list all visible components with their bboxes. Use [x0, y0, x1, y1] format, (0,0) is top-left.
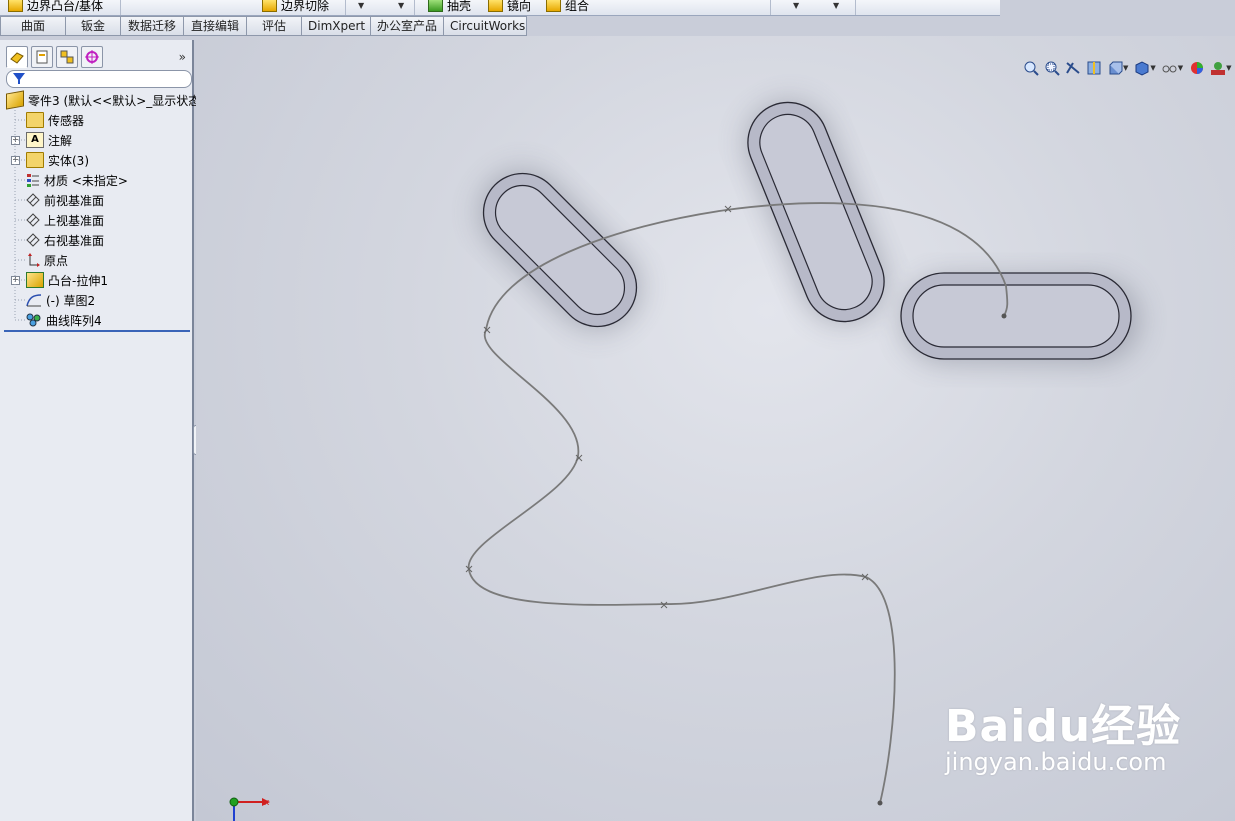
toolbar-separator — [345, 0, 346, 15]
shell-icon — [428, 0, 443, 12]
mirror-icon — [488, 0, 503, 12]
watermark-brand: Baidu经验 — [945, 701, 1182, 752]
slot-body-2[interactable] — [736, 90, 896, 333]
tree-item-sensors[interactable]: 传感器 — [26, 110, 84, 130]
cut-icon — [262, 0, 277, 12]
tab-circuitworks[interactable]: CircuitWorks — [444, 16, 527, 36]
expand-panel-icon[interactable]: » — [179, 50, 186, 64]
watermark-url: jingyan.baidu.com — [945, 748, 1167, 776]
dropdown-arrow-icon[interactable]: ▼ — [358, 1, 364, 10]
tab-direct-editing[interactable]: 直接编辑 — [184, 16, 247, 36]
shell-button[interactable]: 抽壳 — [428, 0, 471, 14]
tree-item-front-plane[interactable]: 前视基准面 — [26, 190, 104, 210]
reference-triad: x — [229, 797, 270, 821]
combine-icon — [546, 0, 561, 12]
tree-item-curve-pattern4[interactable]: 曲线阵列4 — [26, 310, 102, 330]
dropdown-arrow-icon[interactable]: ▼ — [398, 1, 404, 10]
tree-item-solid-bodies[interactable]: 实体(3) — [26, 150, 89, 170]
tree-connector-lines — [14, 110, 25, 321]
tab-office-products[interactable]: 办公室产品 — [371, 16, 444, 36]
tree-item-part[interactable]: 零件3 (默认<<默认>_显示状态 — [6, 90, 200, 110]
feature-tree-icon — [10, 52, 24, 64]
triad-x-label: x — [264, 798, 270, 808]
tab-property-manager[interactable] — [31, 46, 53, 68]
tree-item-right-plane[interactable]: 右视基准面 — [26, 230, 104, 250]
filter-icon-stem — [18, 80, 20, 84]
tab-evaluate[interactable]: 评估 — [247, 16, 302, 36]
tree-item-sketch2[interactable]: (-) 草图2 — [26, 290, 95, 310]
crosshair-icon — [85, 50, 99, 64]
tab-configuration-manager[interactable] — [56, 46, 78, 68]
toolbar-separator — [414, 0, 415, 15]
tab-data-migration[interactable]: 数据迁移 — [121, 16, 184, 36]
boundary-boss-button[interactable]: 边界凸台/基体 — [8, 0, 103, 14]
tree-item-origin[interactable]: 原点 — [26, 250, 68, 270]
command-manager-tabs: 曲面 钣金 数据迁移 直接编辑 评估 DimXpert 办公室产品 Circui… — [0, 16, 527, 36]
feature-manager-panel: » 零件3 (默认<<默认>_显示状态 传感器 + A 注解 + 实体(3) — [0, 40, 200, 821]
tree-item-material[interactable]: 材质 <未指定> — [26, 170, 128, 190]
spline-endpoint[interactable] — [1001, 313, 1007, 319]
property-icon — [36, 50, 48, 64]
panel-tabs: » — [4, 44, 190, 68]
combine-button[interactable]: 组合 — [546, 0, 589, 14]
tree-item-annotations[interactable]: A 注解 — [26, 130, 72, 150]
dropdown-arrow-icon[interactable]: ▼ — [833, 1, 839, 10]
configuration-icon — [60, 50, 74, 64]
mirror-button[interactable]: 镜向 — [488, 0, 531, 14]
slot-body-1[interactable] — [467, 157, 652, 342]
tree-item-boss-extrude1[interactable]: 凸台-拉伸1 — [26, 270, 108, 290]
rollback-bar[interactable] — [4, 330, 190, 332]
watermark: Baidu经验 jingyan.baidu.com — [945, 690, 1181, 776]
tree-item-top-plane[interactable]: 上视基准面 — [26, 210, 104, 230]
tab-dimxpert[interactable]: DimXpert — [302, 16, 371, 36]
boundary-cut-button[interactable]: 边界切除 — [262, 0, 329, 14]
command-toolbar: 边界凸台/基体 边界切除 ▼ ▼ 抽壳 镜向 组合 ▼ ▼ — [0, 0, 1000, 16]
dropdown-arrow-icon[interactable]: ▼ — [793, 1, 799, 10]
spline-endpoint[interactable] — [877, 800, 883, 806]
tab-dimxpert-manager[interactable] — [81, 46, 103, 68]
tab-feature-manager[interactable] — [6, 46, 28, 68]
boss-icon — [8, 0, 23, 12]
tab-sheet-metal[interactable]: 钣金 — [66, 16, 121, 36]
toolbar-separator — [770, 0, 771, 15]
tab-surface[interactable]: 曲面 — [0, 16, 66, 36]
toolbar-separator — [855, 0, 856, 15]
slot-body-3[interactable] — [900, 272, 1132, 360]
toolbar-separator — [120, 0, 121, 15]
feature-filter-input[interactable] — [6, 70, 192, 88]
